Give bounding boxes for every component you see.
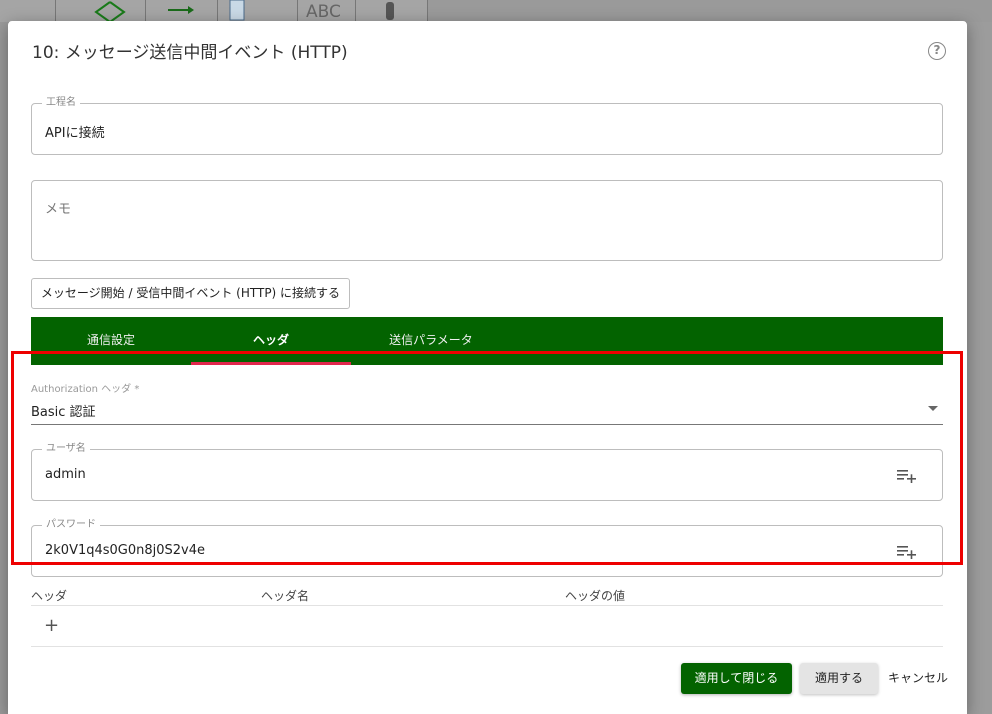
document-icon — [229, 0, 245, 21]
highlight-box — [11, 351, 963, 565]
background-canvas-left — [0, 22, 8, 714]
apply-button[interactable]: 適用する — [800, 663, 878, 694]
bg-tool-text: ABC — [298, 0, 356, 22]
memo-field[interactable]: メモ — [31, 180, 943, 261]
arrow-right-icon — [168, 6, 194, 14]
bg-tool-gateway — [56, 0, 146, 23]
table-divider — [31, 646, 943, 647]
column-header-name: ヘッダ名 — [261, 589, 310, 603]
background-canvas-right — [967, 22, 992, 714]
dialog-title: 10: メッセージ送信中間イベント (HTTP) — [32, 43, 348, 63]
cancel-button[interactable]: キャンセル — [888, 663, 958, 694]
diamond-icon — [94, 1, 126, 23]
help-icon[interactable]: ? — [928, 42, 946, 60]
process-name-field[interactable]: 工程名 APIに接続 — [31, 97, 943, 155]
bg-tool-flow — [146, 0, 218, 22]
bg-tool-touch — [356, 0, 428, 22]
column-header-value: ヘッダの値 — [565, 589, 626, 603]
background-toolbar: ABC — [0, 0, 992, 23]
table-divider — [31, 605, 943, 606]
bg-tool-data — [218, 0, 298, 22]
column-header-header: ヘッダ — [31, 589, 68, 603]
touch-icon — [386, 2, 394, 20]
add-header-icon[interactable]: + — [44, 617, 59, 635]
memo-placeholder: メモ — [45, 202, 72, 217]
connect-event-button[interactable]: メッセージ開始 / 受信中間イベント (HTTP) に接続する — [31, 278, 350, 309]
apply-and-close-button[interactable]: 適用して閉じる — [681, 663, 792, 694]
bg-tool-slot — [0, 0, 56, 22]
process-name-value: APIに接続 — [45, 126, 105, 141]
process-name-label: 工程名 — [42, 97, 80, 109]
text-tool-label: ABC — [306, 2, 341, 22]
